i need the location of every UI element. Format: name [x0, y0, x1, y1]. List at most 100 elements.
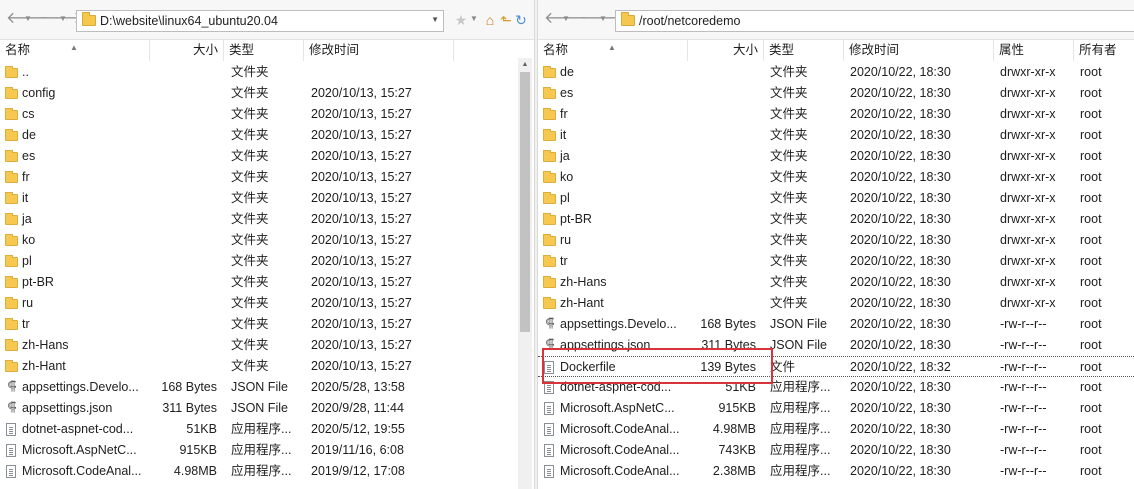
file-row[interactable]: ko 文件夹 2020/10/13, 15:27 — [0, 230, 518, 251]
file-row[interactable]: ⸿ appsettings.Develo... 168 Bytes JSON File… — [538, 314, 1134, 335]
column-header-mtime[interactable]: 修改时间 — [304, 40, 454, 61]
file-row[interactable]: it 文件夹 2020/10/22, 18:30 drwxr-xr-x root — [538, 125, 1134, 146]
file-mtime: 2020/10/13, 15:27 — [311, 314, 451, 335]
file-size — [688, 230, 756, 251]
file-mtime: 2020/10/22, 18:30 — [850, 461, 990, 482]
column-header-name[interactable]: 名称 ▲ — [538, 40, 688, 61]
file-size — [688, 272, 756, 293]
file-type-text: 文件夹 — [770, 254, 808, 268]
file-row[interactable]: Microsoft.CodeAnal... 2.38MB 应用程序... 2020/1… — [538, 461, 1134, 482]
file-size-text: 168 Bytes — [161, 380, 217, 394]
chevron-down-icon[interactable]: ▼ — [431, 15, 439, 24]
file-row[interactable]: zh-Hans 文件夹 2020/10/13, 15:27 — [0, 335, 518, 356]
file-type: 文件夹 — [231, 167, 306, 188]
file-mtime-text: 2020/5/12, 19:55 — [311, 422, 405, 436]
file-name-text: appsettings.json — [22, 401, 113, 415]
file-owner-text: root — [1080, 338, 1102, 352]
file-row-selected[interactable]: Dockerfile 139 Bytes 文件 2020/10/22, 18:32 -r… — [538, 356, 1134, 377]
file-row[interactable]: tr 文件夹 2020/10/13, 15:27 — [0, 314, 518, 335]
file-name-text: ko — [22, 233, 36, 247]
file-name: de — [538, 62, 688, 83]
file-type-text: 文件夹 — [231, 233, 269, 247]
file-owner-text: root — [1080, 65, 1102, 79]
back-arrow-icon[interactable]: 🡐 — [544, 10, 587, 28]
star-icon[interactable]: ★ — [452, 11, 470, 29]
file-row[interactable]: Microsoft.CodeAnal... 4.98MB 应用程序... 2019/9… — [0, 461, 518, 482]
column-header-name[interactable]: 名称 ▲ — [0, 40, 150, 61]
refresh-icon[interactable]: ↻ — [512, 11, 530, 29]
file-row[interactable]: ko 文件夹 2020/10/22, 18:30 drwxr-xr-x root — [538, 167, 1134, 188]
file-permissions: drwxr-xr-x — [1000, 62, 1076, 83]
file-row[interactable]: ja 文件夹 2020/10/13, 15:27 — [0, 209, 518, 230]
file-icon — [5, 444, 19, 457]
file-row[interactable]: ru 文件夹 2020/10/22, 18:30 drwxr-xr-x root — [538, 230, 1134, 251]
file-row[interactable]: Microsoft.CodeAnal... 4.98MB 应用程序... 2020/1… — [538, 419, 1134, 440]
file-name-text: de — [560, 65, 574, 79]
remote-toolbar: 🡐 ▼ 🡒 ▼ /root/netcoredemo — [538, 0, 1134, 40]
file-row[interactable]: dotnet-aspnet-cod... 51KB 应用程序... 2020/5/12… — [0, 419, 518, 440]
file-row[interactable]: .. 文件夹 — [0, 62, 518, 83]
file-size: 4.98MB — [150, 461, 217, 482]
forward-arrow-icon[interactable]: 🡒 — [580, 10, 623, 28]
column-header-mtime[interactable]: 修改时间 — [844, 40, 994, 61]
file-row[interactable]: pt-BR 文件夹 2020/10/22, 18:30 drwxr-xr-x root — [538, 209, 1134, 230]
back-dropdown-icon[interactable]: ▼ — [23, 13, 33, 25]
local-path-input[interactable]: D:\website\linux64_ubuntu20.04 ▼ — [76, 10, 444, 32]
file-row[interactable]: zh-Hans 文件夹 2020/10/22, 18:30 drwxr-xr-x roo… — [538, 272, 1134, 293]
file-row[interactable]: Microsoft.AspNetC... 915KB 应用程序... 2020/10/… — [538, 398, 1134, 419]
file-row[interactable]: fr 文件夹 2020/10/13, 15:27 — [0, 167, 518, 188]
file-row[interactable]: es 文件夹 2020/10/22, 18:30 drwxr-xr-x root — [538, 83, 1134, 104]
file-row[interactable]: ru 文件夹 2020/10/13, 15:27 — [0, 293, 518, 314]
file-name: ⸿ appsettings.Develo... — [538, 314, 688, 335]
column-header-owner[interactable]: 所有者 — [1074, 40, 1134, 61]
column-header-permissions[interactable]: 属性 — [994, 40, 1074, 61]
file-row[interactable]: pt-BR 文件夹 2020/10/13, 15:27 — [0, 272, 518, 293]
file-row[interactable]: zh-Hant 文件夹 2020/10/22, 18:30 drwxr-xr-x roo… — [538, 293, 1134, 314]
scroll-up-icon[interactable]: ▲ — [518, 58, 532, 72]
file-row[interactable]: zh-Hant 文件夹 2020/10/13, 15:27 — [0, 356, 518, 377]
file-type: 文件夹 — [770, 188, 846, 209]
file-icon — [543, 361, 557, 374]
column-header-type[interactable]: 类型 — [764, 40, 844, 61]
forward-dropdown-icon[interactable]: ▼ — [598, 13, 608, 25]
file-row[interactable]: fr 文件夹 2020/10/22, 18:30 drwxr-xr-x root — [538, 104, 1134, 125]
file-row[interactable]: ⸿ appsettings.Develo... 168 Bytes JSON File… — [0, 377, 518, 398]
file-row[interactable]: tr 文件夹 2020/10/22, 18:30 drwxr-xr-x root — [538, 251, 1134, 272]
bookmark-dropdown-icon[interactable]: ▼ — [469, 13, 479, 25]
remote-path-input[interactable]: /root/netcoredemo — [615, 10, 1134, 32]
file-owner: root — [1080, 314, 1134, 335]
file-owner: root — [1080, 357, 1134, 378]
file-row[interactable]: ⸿ appsettings.json 311 Bytes JSON File 2020/… — [538, 335, 1134, 356]
file-row[interactable]: cs 文件夹 2020/10/13, 15:27 — [0, 104, 518, 125]
file-row[interactable]: de 文件夹 2020/10/13, 15:27 — [0, 125, 518, 146]
file-mtime: 2020/10/13, 15:27 — [311, 272, 451, 293]
local-scroll-thumb[interactable] — [520, 72, 530, 332]
file-row[interactable]: pl 文件夹 2020/10/22, 18:30 drwxr-xr-x root — [538, 188, 1134, 209]
file-size — [688, 209, 756, 230]
file-row[interactable]: dotnet-aspnet-cod... 51KB 应用程序... 2020/10/2… — [538, 377, 1134, 398]
file-row[interactable]: es 文件夹 2020/10/13, 15:27 — [0, 146, 518, 167]
file-row[interactable]: Microsoft.CodeAnal... 743KB 应用程序... 2020/10… — [538, 440, 1134, 461]
file-row[interactable]: ja 文件夹 2020/10/22, 18:30 drwxr-xr-x root — [538, 146, 1134, 167]
forward-dropdown-icon[interactable]: ▼ — [58, 13, 68, 25]
column-header-size[interactable]: 大小 — [150, 40, 224, 61]
file-size: 915KB — [150, 440, 217, 461]
file-row[interactable]: de 文件夹 2020/10/22, 18:30 drwxr-xr-x root — [538, 62, 1134, 83]
file-row[interactable]: Microsoft.AspNetC... 915KB 应用程序... 2019/11/… — [0, 440, 518, 461]
file-row[interactable]: pl 文件夹 2020/10/13, 15:27 — [0, 251, 518, 272]
file-permissions-text: drwxr-xr-x — [1000, 212, 1056, 226]
file-mtime-text: 2020/10/22, 18:30 — [850, 401, 951, 415]
file-icon — [543, 444, 557, 457]
local-scrollbar[interactable]: ▲ — [518, 58, 532, 489]
file-row[interactable]: config 文件夹 2020/10/13, 15:27 — [0, 83, 518, 104]
file-row[interactable]: ⸿ appsettings.json 311 Bytes JSON File 2020/… — [0, 398, 518, 419]
back-dropdown-icon[interactable]: ▼ — [561, 13, 571, 25]
back-arrow-icon[interactable]: 🡐 — [6, 10, 49, 28]
column-header-size[interactable]: 大小 — [688, 40, 764, 61]
column-header-type[interactable]: 类型 — [224, 40, 304, 61]
file-mtime: 2020/10/22, 18:30 — [850, 419, 990, 440]
file-row[interactable]: it 文件夹 2020/10/13, 15:27 — [0, 188, 518, 209]
forward-arrow-icon[interactable]: 🡒 — [40, 10, 83, 28]
folder-icon — [543, 150, 557, 163]
remote-path-text: /root/netcoredemo — [639, 14, 741, 28]
